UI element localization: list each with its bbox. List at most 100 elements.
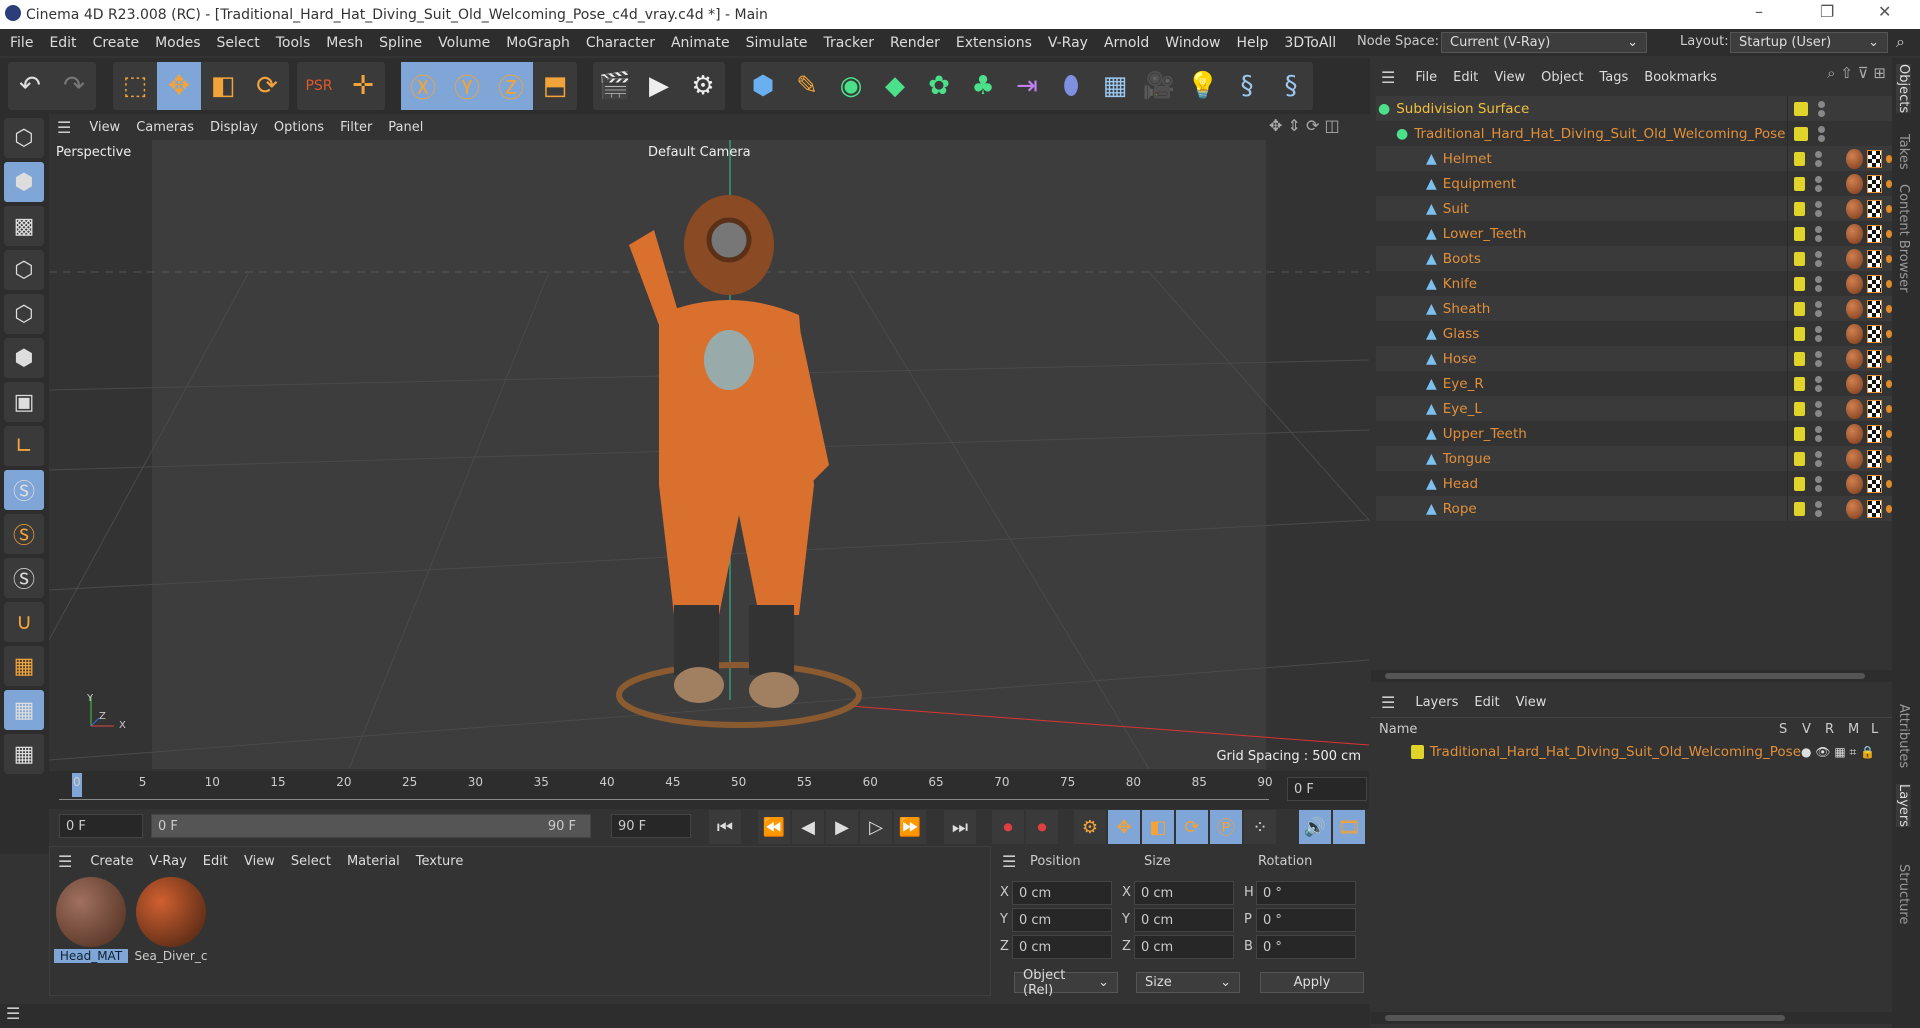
uvw-tag-icon[interactable] (1866, 449, 1882, 468)
menu-volume[interactable]: Volume (430, 35, 498, 51)
menu-select[interactable]: Select (209, 35, 268, 51)
frame-range-slider[interactable]: 0 F 90 F (151, 814, 591, 838)
autokey-icon[interactable]: ⏺ (1026, 810, 1058, 844)
axis-mode-icon[interactable]: ∟ (4, 426, 44, 466)
material-menu-view[interactable]: View (236, 854, 283, 869)
material-tag-icon[interactable] (1846, 373, 1863, 394)
record-icon[interactable]: ⏺ (992, 810, 1024, 844)
visibility-dots[interactable] (1815, 325, 1823, 342)
layer-color-swatch[interactable] (1794, 376, 1806, 391)
keyframe-selection-icon[interactable]: ⚙ (1074, 810, 1106, 844)
material-tag-icon[interactable] (1846, 248, 1863, 269)
side-tab-layers[interactable]: Layers (1896, 784, 1911, 828)
object-row-glass[interactable]: ▲ Glass (1376, 321, 1892, 346)
layer-menu-view[interactable]: View (1508, 695, 1555, 710)
menu-v-ray[interactable]: V-Ray (1040, 35, 1096, 51)
menu-help[interactable]: Help (1228, 35, 1276, 51)
material-menu-create[interactable]: Create (82, 854, 141, 869)
object-row-rope[interactable]: ▲ Rope (1376, 496, 1892, 521)
scale-icon[interactable]: ◧ (201, 62, 245, 110)
layer-color-swatch[interactable] (1794, 301, 1806, 316)
sound-icon[interactable]: 🔊 (1299, 810, 1331, 844)
key-pla-icon[interactable]: ⁘ (1244, 810, 1276, 844)
visibility-dots[interactable] (1815, 475, 1823, 492)
object-menu-file[interactable]: File (1407, 70, 1445, 85)
material-tag-icon[interactable] (1846, 473, 1863, 494)
timeline-ruler[interactable]: 0 5 10 15 20 25 30 35 40 45 50 55 60 65 70 75 80 85 90 0 F (49, 771, 1369, 809)
menu-simulate[interactable]: Simulate (738, 35, 816, 51)
hamburger-icon[interactable]: ☰ (1381, 68, 1395, 87)
menu-animate[interactable]: Animate (663, 35, 738, 51)
material-menu-texture[interactable]: Texture (408, 854, 472, 869)
viewport-menu-options[interactable]: Options (266, 120, 332, 135)
material-tag-icon[interactable] (1846, 448, 1863, 469)
go-to-end-icon[interactable]: ⏭ (944, 810, 976, 844)
visibility-dots[interactable] (1815, 275, 1823, 292)
coord-rv-field[interactable]: 0 ° (1256, 881, 1356, 905)
viewport-menu-view[interactable]: View (81, 120, 128, 135)
object-row-knife[interactable]: ▲ Knife (1376, 271, 1892, 296)
uvw-tag-icon[interactable] (1866, 349, 1882, 368)
uv-mode-icon[interactable]: ▣ (4, 382, 44, 422)
uvw-tag-icon[interactable] (1866, 149, 1882, 168)
undo-icon[interactable]: ↶ (8, 62, 52, 110)
hamburger-icon[interactable]: ☰ (6, 1004, 20, 1023)
menu-character[interactable]: Character (578, 35, 663, 51)
light-icon[interactable]: 💡 (1181, 62, 1225, 110)
material-tag-icon[interactable] (1846, 498, 1863, 519)
coord-rv-field[interactable]: 0 ° (1256, 908, 1356, 932)
visibility-dots[interactable] (1815, 300, 1823, 317)
object-row-sheath[interactable]: ▲ Sheath (1376, 296, 1892, 321)
object-row-hose[interactable]: ▲ Hose (1376, 346, 1892, 371)
object-row-tongue[interactable]: ▲ Tongue (1376, 446, 1892, 471)
python-icon[interactable]: § (1225, 62, 1269, 110)
layer-color-swatch[interactable] (1794, 501, 1806, 516)
layer-horizontal-scrollbar[interactable] (1371, 1012, 1892, 1024)
visibility-dots[interactable] (1815, 425, 1823, 442)
uvw-tag-icon[interactable] (1866, 324, 1882, 343)
material-tag-icon[interactable] (1846, 423, 1863, 444)
object-row-group[interactable]: ● Traditional_Hard_Hat_Diving_Suit_Old_We… (1376, 121, 1892, 146)
camera-label[interactable]: Default Camera (648, 145, 751, 160)
layer-color-swatch[interactable] (1794, 476, 1806, 491)
cloner-icon[interactable]: ✿ (917, 62, 961, 110)
close-button[interactable]: ✕ (1878, 2, 1891, 21)
layer-color-swatch[interactable] (1794, 351, 1806, 366)
material-tag-icon[interactable] (1846, 348, 1863, 369)
uvw-tag-icon[interactable] (1866, 374, 1882, 393)
coord-sv-field[interactable]: 0 cm (1134, 881, 1234, 905)
redo-icon[interactable]: ↷ (52, 62, 96, 110)
menu-edit[interactable]: Edit (41, 35, 84, 51)
viewport-menu-cameras[interactable]: Cameras (128, 120, 202, 135)
visibility-dots[interactable] (1815, 175, 1823, 192)
menu-render[interactable]: Render (882, 35, 948, 51)
layer-color-swatch[interactable] (1794, 126, 1808, 141)
visibility-dots[interactable] (1815, 500, 1823, 517)
go-to-start-icon[interactable]: ⏮ (709, 810, 741, 844)
menu-modes[interactable]: Modes (147, 35, 208, 51)
next-key-icon[interactable]: ⏩ (894, 810, 926, 844)
polygon-mode-icon[interactable]: ⬢ (4, 338, 44, 378)
coord-pv-field[interactable]: 0 cm (1012, 935, 1112, 959)
uvw-tag-icon[interactable] (1866, 174, 1882, 193)
point-mode-icon[interactable]: ⬡ (4, 250, 44, 290)
hamburger-icon[interactable]: ☰ (1002, 852, 1016, 871)
layer-menu-layers[interactable]: Layers (1407, 695, 1466, 710)
visibility-dots[interactable] (1815, 400, 1823, 417)
next-frame-icon[interactable]: ▷ (860, 810, 892, 844)
uvw-tag-icon[interactable] (1866, 224, 1882, 243)
camera-icon[interactable]: 🎥 (1137, 62, 1181, 110)
visibility-dots[interactable] (1815, 200, 1823, 217)
maximize-button[interactable]: ❐ (1820, 2, 1834, 21)
material-menu-v-ray[interactable]: V-Ray (142, 854, 195, 869)
horizontal-scrollbar[interactable] (1371, 670, 1892, 682)
material-menu-edit[interactable]: Edit (195, 854, 236, 869)
subdivision-icon[interactable]: ◉ (829, 62, 873, 110)
object-manager-tools-icons[interactable]: ⌕ ⇧ ⊽ ⊞ (1827, 64, 1886, 82)
layer-color-swatch[interactable] (1794, 151, 1806, 166)
menu-spline[interactable]: Spline (371, 35, 430, 51)
layer-color-swatch[interactable] (1794, 426, 1806, 441)
menu-file[interactable]: File (2, 35, 41, 51)
coordinate-system-icon[interactable]: ⬒ (533, 62, 577, 110)
uvw-tag-icon[interactable] (1866, 474, 1882, 493)
